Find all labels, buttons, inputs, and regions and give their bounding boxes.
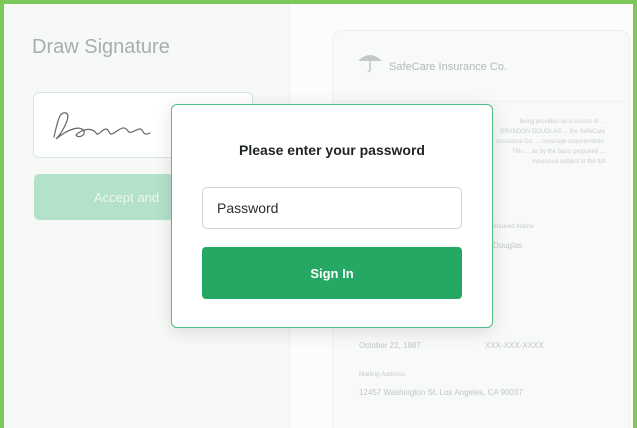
password-dialog: Please enter your password Sign In <box>171 104 493 328</box>
password-input[interactable] <box>202 187 462 229</box>
dialog-title: Please enter your password <box>239 142 425 158</box>
app-frame: Draw Signature Accept and SafeCare Insur… <box>0 0 637 428</box>
sign-in-button[interactable]: Sign In <box>202 247 462 299</box>
